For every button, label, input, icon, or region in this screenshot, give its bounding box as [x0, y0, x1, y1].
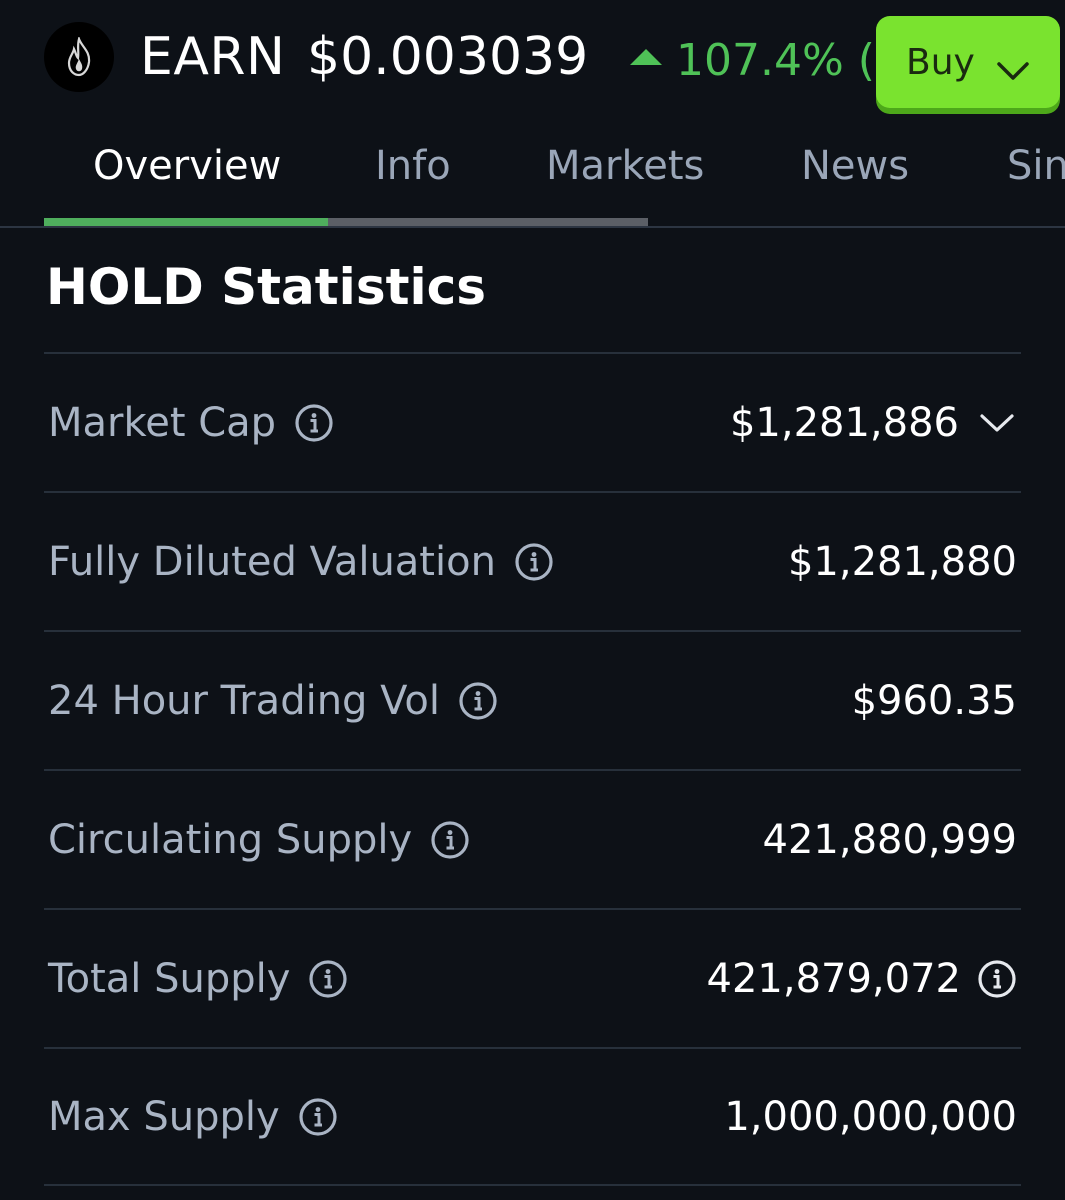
- tab-overview[interactable]: Overview: [93, 141, 281, 191]
- info-icon[interactable]: [308, 959, 348, 999]
- stat-value-wrap: $1,281,880: [788, 493, 1017, 630]
- stat-value: $960.35: [851, 677, 1017, 724]
- tab-info[interactable]: Info: [375, 141, 451, 191]
- tab-similar[interactable]: Sin: [1007, 141, 1065, 191]
- section-title: HOLD Statistics: [46, 258, 487, 316]
- info-icon[interactable]: [514, 542, 554, 582]
- tab-markets[interactable]: Markets: [546, 141, 704, 191]
- buy-button[interactable]: Buy: [876, 16, 1060, 108]
- stat-label-wrap: 24 Hour Trading Vol: [48, 632, 498, 769]
- stat-label: Circulating Supply: [48, 816, 413, 863]
- stat-label-wrap: Circulating Supply: [48, 771, 470, 908]
- info-icon[interactable]: [430, 820, 470, 860]
- stat-value-wrap: 421,880,999: [763, 771, 1017, 908]
- coin-ticker: EARN: [140, 27, 286, 87]
- buy-button-label: Buy: [906, 41, 975, 83]
- stat-value-wrap: 421,879,072: [707, 910, 1017, 1047]
- stat-label: Market Cap: [48, 399, 277, 446]
- triangle-up-icon: [630, 49, 662, 65]
- chevron-down-icon[interactable]: [977, 403, 1017, 443]
- stat-value-wrap: 1,000,000,000: [724, 1049, 1017, 1184]
- stat-row-market-cap: Market Cap $1,281,886: [44, 352, 1021, 491]
- info-icon[interactable]: [977, 959, 1017, 999]
- stat-row-24h-trading-vol: 24 Hour Trading Vol $960.35: [44, 630, 1021, 769]
- tab-divider: [0, 226, 1065, 228]
- statistics-list: Market Cap $1,281,886 Fully Diluted Valu…: [44, 352, 1021, 1186]
- chevron-down-icon: [996, 50, 1030, 91]
- active-tab-indicator: [44, 218, 328, 226]
- stat-label: Fully Diluted Valuation: [48, 538, 496, 585]
- stat-value: $1,281,886: [729, 399, 959, 446]
- info-icon[interactable]: [458, 681, 498, 721]
- stat-label-wrap: Total Supply: [48, 910, 348, 1047]
- stat-label-wrap: Market Cap: [48, 354, 334, 491]
- stat-value: 421,879,072: [706, 955, 961, 1002]
- stat-value: $1,281,880: [787, 538, 1017, 585]
- stat-row-max-supply: Max Supply 1,000,000,000: [44, 1047, 1021, 1186]
- coin-header: EARN $0.003039 107.4% ( Buy: [0, 0, 1065, 115]
- stat-value-wrap: $1,281,886: [730, 354, 1017, 491]
- stat-row-fully-diluted-valuation: Fully Diluted Valuation $1,281,880: [44, 491, 1021, 630]
- stat-label: 24 Hour Trading Vol: [48, 677, 440, 724]
- stat-label: Total Supply: [48, 955, 291, 1002]
- stat-value: 1,000,000,000: [724, 1093, 1017, 1140]
- price-change-percent: 107.4% (: [676, 34, 875, 86]
- stat-value: 421,880,999: [762, 816, 1017, 863]
- tab-bar: Overview Info Markets News Sin: [0, 125, 1065, 229]
- tab-news[interactable]: News: [801, 141, 909, 191]
- coin-price: $0.003039: [307, 27, 589, 87]
- info-icon[interactable]: [294, 403, 334, 443]
- stat-row-circulating-supply: Circulating Supply 421,880,999: [44, 769, 1021, 908]
- flame-icon: [44, 22, 114, 92]
- info-icon[interactable]: [298, 1097, 338, 1137]
- stat-label-wrap: Max Supply: [48, 1049, 338, 1184]
- stat-row-total-supply: Total Supply 421,879,072: [44, 908, 1021, 1047]
- stat-label-wrap: Fully Diluted Valuation: [48, 493, 554, 630]
- price-change: 107.4% (: [630, 30, 875, 90]
- stat-value-wrap: $960.35: [852, 632, 1017, 769]
- stat-label: Max Supply: [48, 1093, 280, 1140]
